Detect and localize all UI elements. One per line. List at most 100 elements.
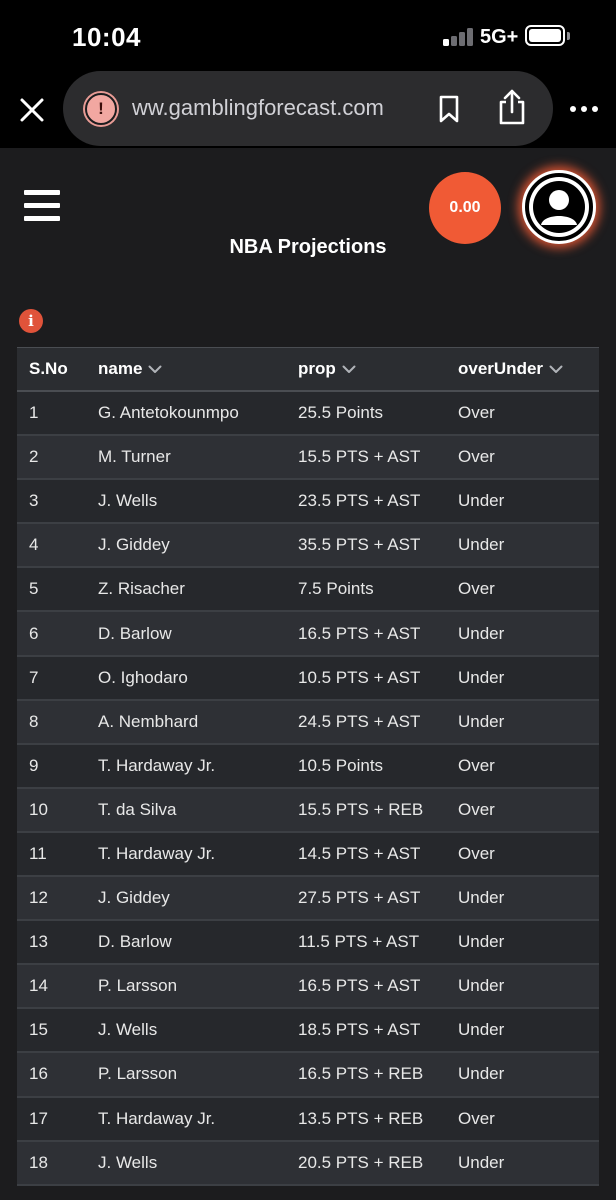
cell-prop: 16.5 PTS + AST <box>298 976 421 996</box>
table-row[interactable]: 11 T. Hardaway Jr. 14.5 PTS + AST Over <box>17 832 599 878</box>
table-row[interactable]: 12 J. Giddey 27.5 PTS + AST Under <box>17 877 599 922</box>
projections-table: S.No name prop overUnder 1 G. Antetokounm… <box>17 347 599 1186</box>
chevron-down-icon <box>342 365 356 373</box>
cell-name: T. Hardaway Jr. <box>98 755 216 775</box>
cell-over-under: Over <box>458 447 495 467</box>
table-row[interactable]: 13 D. Barlow 11.5 PTS + AST Under <box>17 921 599 966</box>
table-row[interactable]: 14 P. Larsson 16.5 PTS + AST Under <box>17 965 599 1010</box>
table-header: S.No name prop overUnder <box>17 348 599 392</box>
cell-sno: 11 <box>29 843 47 863</box>
cell-sno: 15 <box>29 1020 48 1040</box>
url-text[interactable]: ww.gamblingforecast.com <box>132 95 422 121</box>
cell-sno: 3 <box>29 491 39 511</box>
cell-name: T. da Silva <box>98 799 177 819</box>
table-row[interactable]: 1 G. Antetokounmpo 25.5 Points Over <box>17 392 599 437</box>
cell-name: P. Larsson <box>98 1064 178 1084</box>
cell-over-under: Under <box>458 667 505 687</box>
column-header-label: S.No <box>29 359 68 378</box>
cell-name: A. Nembhard <box>98 711 199 731</box>
column-header-label: prop <box>298 359 336 378</box>
cell-prop: 13.5 PTS + REB <box>298 1108 424 1128</box>
cell-name: T. Hardaway Jr. <box>98 1108 216 1128</box>
cell-prop: 24.5 PTS + AST <box>298 711 421 731</box>
column-header-label: overUnder <box>458 359 544 378</box>
cell-over-under: Under <box>458 976 505 996</box>
cell-name: Z. Risacher <box>98 579 185 599</box>
cell-name: J. Giddey <box>98 888 170 908</box>
table-row[interactable]: 2 M. Turner 15.5 PTS + AST Over <box>17 436 599 481</box>
table-row[interactable]: 15 J. Wells 18.5 PTS + AST Under <box>17 1009 599 1054</box>
table-row[interactable]: 17 T. Hardaway Jr. 13.5 PTS + REB Over <box>17 1097 599 1142</box>
table-row[interactable]: 7 O. Ighodaro 10.5 PTS + AST Under <box>17 656 599 701</box>
column-header-label: name <box>98 359 143 378</box>
cell-name: M. Turner <box>98 447 171 467</box>
cell-prop: 10.5 PTS + AST <box>298 667 421 687</box>
cell-name: J. Giddey <box>98 535 170 555</box>
network-type: 5G+ <box>480 26 519 48</box>
app-header <box>0 148 616 298</box>
column-header-overunder[interactable]: overUnder <box>458 359 599 379</box>
share-icon[interactable] <box>496 88 528 126</box>
cell-sno: 9 <box>29 755 39 775</box>
cell-over-under: Over <box>458 403 495 423</box>
cell-sno: 7 <box>29 667 39 687</box>
cell-sno: 1 <box>29 403 39 423</box>
cell-sno: 16 <box>29 1064 48 1084</box>
cell-sno: 13 <box>29 932 48 952</box>
cell-over-under: Under <box>458 711 505 731</box>
cell-over-under: Under <box>458 1064 505 1084</box>
battery-tip <box>567 32 570 40</box>
cell-over-under: Under <box>458 932 505 952</box>
cell-over-under: Under <box>458 1152 505 1172</box>
cell-prop: 14.5 PTS + AST <box>298 843 421 863</box>
table-row[interactable]: 9 T. Hardaway Jr. 10.5 Points Over <box>17 744 599 789</box>
more-icon[interactable] <box>568 99 600 119</box>
table-row[interactable]: 3 J. Wells 23.5 PTS + AST Under <box>17 480 599 525</box>
table-row[interactable]: 10 T. da Silva 15.5 PTS + REB Over <box>17 788 599 833</box>
cell-sno: 14 <box>29 976 48 996</box>
table-row[interactable]: 16 P. Larsson 16.5 PTS + REB Under <box>17 1053 599 1098</box>
cell-over-under: Under <box>458 1020 505 1040</box>
balance-badge[interactable]: 0.00 <box>429 172 501 244</box>
cell-sno: 5 <box>29 579 39 599</box>
cell-sno: 2 <box>29 447 39 467</box>
cell-over-under: Under <box>458 535 505 555</box>
table-body: 1 G. Antetokounmpo 25.5 Points Over 2 M. Turn… <box>17 392 599 1186</box>
cell-name: T. Hardaway Jr. <box>98 843 216 863</box>
cell-prop: 15.5 PTS + REB <box>298 799 424 819</box>
column-header-name[interactable]: name <box>98 359 298 379</box>
cell-name: G. Antetokounmpo <box>98 403 239 423</box>
cell-over-under: Over <box>458 799 495 819</box>
cell-prop: 11.5 PTS + AST <box>298 932 420 952</box>
bookmark-icon[interactable] <box>436 94 462 124</box>
status-time: 10:04 <box>72 22 141 52</box>
cell-over-under: Under <box>458 888 505 908</box>
cell-sno: 12 <box>29 888 48 908</box>
cell-prop: 7.5 Points <box>298 579 374 599</box>
cell-prop: 35.5 PTS + AST <box>298 535 421 555</box>
cell-over-under: Under <box>458 623 505 643</box>
cell-over-under: Over <box>458 755 495 775</box>
user-avatar-icon[interactable] <box>522 170 596 244</box>
close-icon[interactable] <box>18 96 46 124</box>
cellular-signal-icon <box>443 28 475 46</box>
site-warning-icon[interactable]: ! <box>85 93 117 125</box>
table-row[interactable]: 5 Z. Risacher 7.5 Points Over <box>17 568 599 613</box>
cell-sno: 18 <box>29 1152 48 1172</box>
cell-prop: 23.5 PTS + AST <box>298 491 421 511</box>
hamburger-menu-icon[interactable] <box>24 190 60 222</box>
table-row[interactable]: 6 D. Barlow 16.5 PTS + AST Under <box>17 612 599 657</box>
column-header-prop[interactable]: prop <box>298 359 458 379</box>
table-row[interactable]: 18 J. Wells 20.5 PTS + REB Under <box>17 1141 599 1186</box>
chevron-down-icon <box>549 365 563 373</box>
cell-prop: 16.5 PTS + AST <box>298 623 421 643</box>
page-title: NBA Projections <box>229 236 387 258</box>
cell-prop: 27.5 PTS + AST <box>298 888 421 908</box>
cell-prop: 10.5 Points <box>298 755 384 775</box>
cell-name: D. Barlow <box>98 623 172 643</box>
cell-prop: 18.5 PTS + AST <box>298 1020 421 1040</box>
table-row[interactable]: 4 J. Giddey 35.5 PTS + AST Under <box>17 524 599 569</box>
table-row[interactable]: 8 A. Nembhard 24.5 PTS + AST Under <box>17 700 599 745</box>
cell-over-under: Over <box>458 1108 495 1128</box>
info-icon[interactable]: i <box>19 309 43 333</box>
